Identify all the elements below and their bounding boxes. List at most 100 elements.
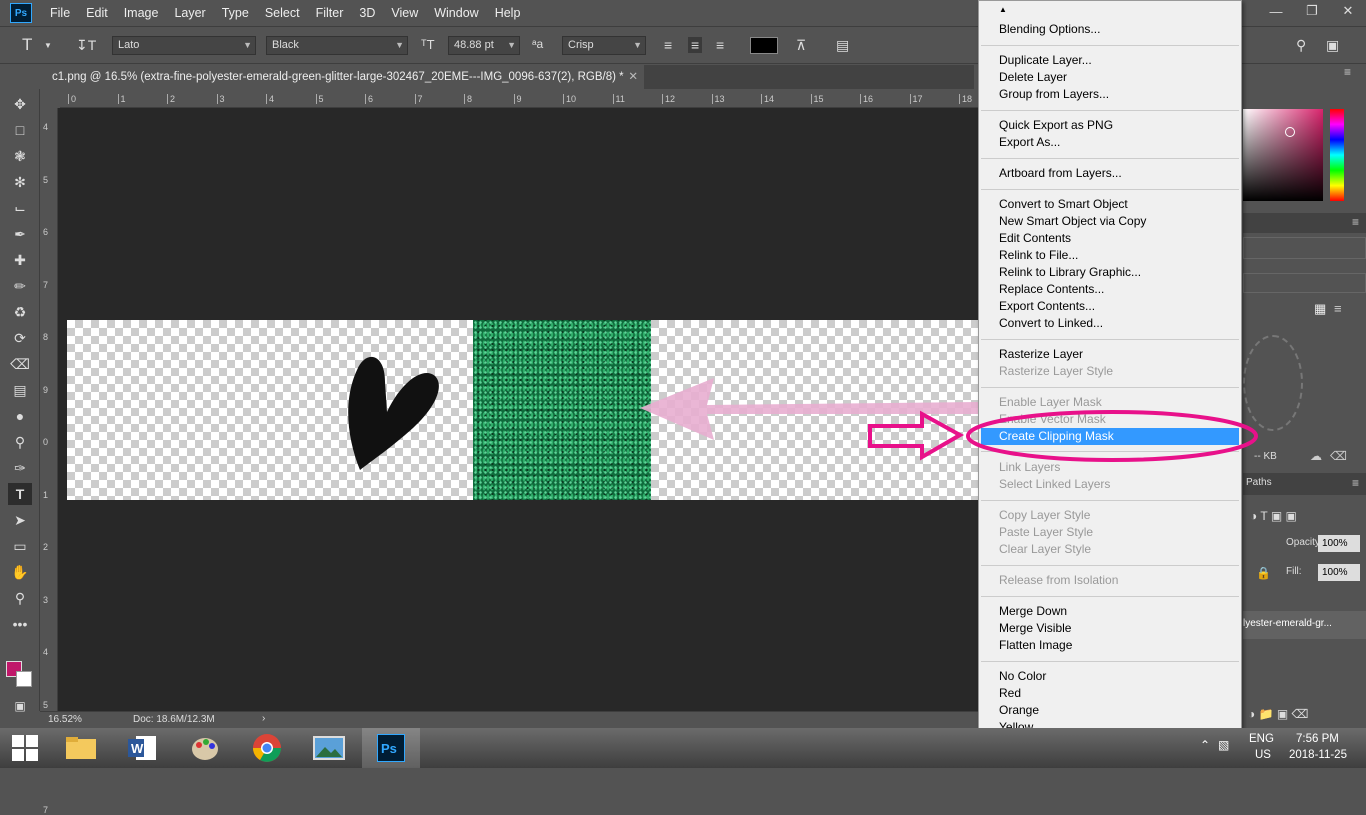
chrome-icon[interactable] bbox=[238, 728, 296, 768]
zoom-level[interactable]: 16.52% bbox=[48, 714, 82, 725]
menu-item-red[interactable]: Red bbox=[999, 685, 1021, 702]
hand-tool-icon[interactable]: ✋ bbox=[8, 561, 32, 583]
font-family-select[interactable]: Lato ▼ bbox=[112, 36, 256, 55]
healing-brush-tool-icon[interactable]: ✚ bbox=[8, 249, 32, 271]
list-view-icon[interactable]: ≡ bbox=[1334, 301, 1342, 316]
cloud-sync-icon[interactable]: ☁ bbox=[1310, 449, 1322, 463]
menu-item-convert-to-linked[interactable]: Convert to Linked... bbox=[999, 315, 1103, 332]
zoom-tool-icon[interactable]: ⚲ bbox=[8, 587, 32, 609]
library-select[interactable] bbox=[1243, 237, 1366, 259]
eyedropper-tool-icon[interactable]: ✒ bbox=[8, 223, 32, 245]
character-panel-icon[interactable]: ▤ bbox=[836, 37, 849, 54]
fill-field[interactable]: 100% bbox=[1318, 564, 1360, 581]
library-search[interactable] bbox=[1243, 273, 1366, 293]
close-icon[interactable]: ✕ bbox=[1330, 0, 1366, 22]
chevron-right-icon[interactable]: › bbox=[262, 713, 265, 724]
history-brush-tool-icon[interactable]: ⟳ bbox=[8, 327, 32, 349]
menu-item-flatten-image[interactable]: Flatten Image bbox=[999, 637, 1072, 654]
grid-view-icon[interactable]: ▦ bbox=[1314, 301, 1326, 317]
marquee-tool-icon[interactable]: □ bbox=[8, 119, 32, 141]
photos-icon[interactable] bbox=[300, 728, 358, 768]
type-tool-icon[interactable]: T bbox=[22, 35, 32, 55]
chevron-down-icon[interactable]: ▼ bbox=[44, 41, 52, 50]
opacity-field[interactable]: 100% bbox=[1318, 535, 1360, 552]
more-tools-icon[interactable]: ••• bbox=[8, 613, 32, 635]
menu-item-orange[interactable]: Orange bbox=[999, 702, 1039, 719]
menu-item-relink-to-library[interactable]: Relink to Library Graphic... bbox=[999, 264, 1141, 281]
warp-text-icon[interactable]: ⊼ bbox=[796, 37, 806, 54]
quick-mask-icon[interactable]: ▣ bbox=[8, 695, 32, 717]
menu-view[interactable]: View bbox=[383, 0, 426, 26]
text-orientation-icon[interactable]: ↧T bbox=[76, 37, 96, 54]
lasso-tool-icon[interactable]: ❃ bbox=[8, 145, 32, 167]
menu-item-delete-layer[interactable]: Delete Layer bbox=[999, 69, 1067, 86]
quick-select-tool-icon[interactable]: ✻ bbox=[8, 171, 32, 193]
menu-item-quick-export-png[interactable]: Quick Export as PNG bbox=[999, 117, 1113, 134]
menu-item-edit-contents[interactable]: Edit Contents bbox=[999, 230, 1071, 247]
doc-size[interactable]: Doc: 18.6M/12.3M bbox=[133, 714, 215, 725]
antialias-select[interactable]: Crisp ▼ bbox=[562, 36, 646, 55]
menu-item-convert-smart-object[interactable]: Convert to Smart Object bbox=[999, 196, 1128, 213]
layer-row-selected[interactable]: lyester-emerald-gr... bbox=[1243, 611, 1366, 639]
menu-help[interactable]: Help bbox=[487, 0, 529, 26]
language-indicator[interactable]: ENG bbox=[1249, 733, 1274, 745]
panel-menu-icon-2[interactable]: ≡ bbox=[1352, 215, 1359, 229]
action-center-icon[interactable]: ⌃ bbox=[1200, 738, 1210, 752]
menu-item-new-smart-object-via-copy[interactable]: New Smart Object via Copy bbox=[999, 213, 1146, 230]
menu-item-export-as[interactable]: Export As... bbox=[999, 134, 1060, 151]
text-color-swatch[interactable] bbox=[750, 37, 778, 54]
photoshop-taskbar-icon[interactable]: Ps bbox=[362, 728, 420, 768]
menu-file[interactable]: File bbox=[42, 0, 78, 26]
dodge-tool-icon[interactable]: ⚲ bbox=[8, 431, 32, 453]
minimize-icon[interactable]: — bbox=[1258, 0, 1294, 22]
pen-tool-icon[interactable]: ✑ bbox=[8, 457, 32, 479]
menu-3d[interactable]: 3D bbox=[351, 0, 383, 26]
path-selection-tool-icon[interactable]: ➤ bbox=[8, 509, 32, 531]
menu-item-blending-options[interactable]: Blending Options... bbox=[999, 21, 1100, 38]
trash-icon[interactable]: ⌫ bbox=[1330, 449, 1347, 463]
crop-tool-icon[interactable]: ⌙ bbox=[8, 197, 32, 219]
color-picker-cursor[interactable] bbox=[1285, 127, 1295, 137]
align-left-icon[interactable]: ≡ bbox=[664, 37, 672, 53]
network-icon[interactable]: ▧ bbox=[1218, 738, 1229, 752]
blur-tool-icon[interactable]: ● bbox=[8, 405, 32, 427]
panel-menu-icon[interactable]: ≡ bbox=[1344, 65, 1366, 85]
move-tool-icon[interactable]: ✥ bbox=[8, 93, 32, 115]
paths-tab[interactable]: Paths bbox=[1246, 477, 1272, 488]
menu-item-merge-visible[interactable]: Merge Visible bbox=[999, 620, 1071, 637]
menu-item-relink-to-file[interactable]: Relink to File... bbox=[999, 247, 1078, 264]
panel-menu-icon-3[interactable]: ≡ bbox=[1352, 476, 1359, 490]
file-explorer-icon[interactable] bbox=[52, 728, 110, 768]
menu-item-group-from-layers[interactable]: Group from Layers... bbox=[999, 86, 1109, 103]
font-style-select[interactable]: Black ▼ bbox=[266, 36, 408, 55]
menu-item-no-color[interactable]: No Color bbox=[999, 668, 1046, 685]
paint-icon[interactable] bbox=[176, 728, 234, 768]
menu-edit[interactable]: Edit bbox=[78, 0, 116, 26]
workspace-icon[interactable]: ▣ bbox=[1326, 37, 1339, 54]
menu-select[interactable]: Select bbox=[257, 0, 308, 26]
menu-item-export-contents[interactable]: Export Contents... bbox=[999, 298, 1095, 315]
scroll-up-arrow-icon[interactable]: ▲ bbox=[999, 5, 1007, 14]
close-tab-icon[interactable]: ✕ bbox=[628, 65, 638, 89]
clock-time[interactable]: 7:56 PM bbox=[1296, 733, 1339, 745]
restore-icon[interactable]: ❐ bbox=[1294, 0, 1330, 22]
menu-type[interactable]: Type bbox=[214, 0, 257, 26]
document-tab[interactable]: c1.png @ 16.5% (extra-fine-polyester-eme… bbox=[44, 65, 644, 89]
menu-filter[interactable]: Filter bbox=[308, 0, 352, 26]
font-size-field[interactable]: 48.88 pt ▼ bbox=[448, 36, 520, 55]
type-tool-icon[interactable]: T bbox=[8, 483, 32, 505]
menu-layer[interactable]: Layer bbox=[166, 0, 213, 26]
color-picker-field[interactable] bbox=[1243, 109, 1323, 201]
hue-slider[interactable] bbox=[1330, 109, 1344, 201]
align-right-icon[interactable]: ≡ bbox=[716, 37, 724, 53]
region-indicator[interactable]: US bbox=[1255, 749, 1271, 761]
menu-image[interactable]: Image bbox=[116, 0, 167, 26]
menu-window[interactable]: Window bbox=[426, 0, 486, 26]
search-icon[interactable]: ⚲ bbox=[1296, 37, 1306, 54]
gradient-tool-icon[interactable]: ▤ bbox=[8, 379, 32, 401]
lock-icon[interactable]: 🔒 bbox=[1256, 566, 1271, 580]
menu-item-replace-contents[interactable]: Replace Contents... bbox=[999, 281, 1104, 298]
eraser-tool-icon[interactable]: ⌫ bbox=[8, 353, 32, 375]
background-color-swatch[interactable] bbox=[16, 671, 32, 687]
clone-stamp-tool-icon[interactable]: ♻ bbox=[8, 301, 32, 323]
